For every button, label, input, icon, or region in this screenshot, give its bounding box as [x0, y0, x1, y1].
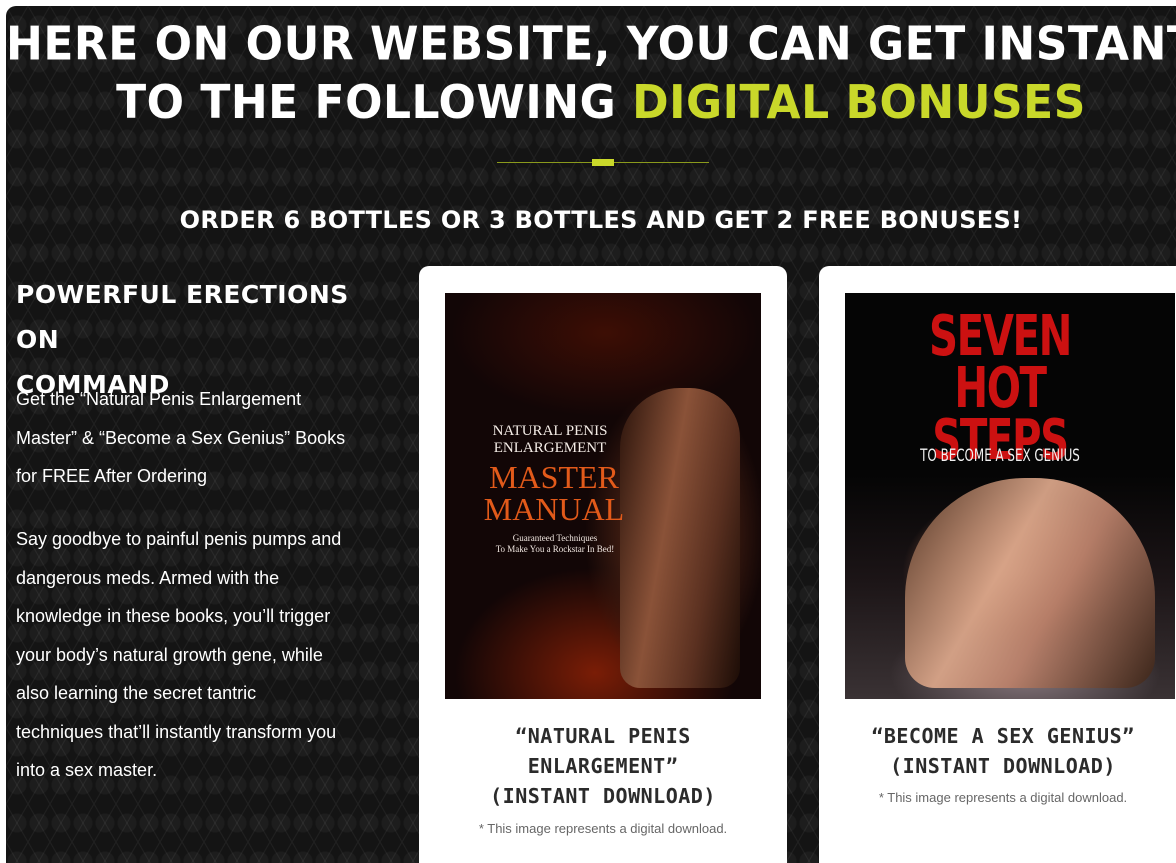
bonus-title-line2: ENLARGEMENT”	[527, 754, 679, 778]
bonus-title-line1: “BECOME A SEX GENIUS”	[871, 724, 1135, 748]
bonus-title-line3: (INSTANT DOWNLOAD)	[490, 784, 716, 808]
bonus-title-line2: (INSTANT DOWNLOAD)	[890, 754, 1116, 778]
bonus-offer-subheading: ORDER 6 BOTTLES OR 3 BOTTLES AND GET 2 F…	[179, 206, 1023, 234]
cover-figure	[620, 388, 740, 688]
intro-paragraph: Get the “Natural Penis Enlargement Maste…	[16, 389, 346, 486]
bonus-section: HERE ON OUR WEBSITE, YOU CAN GET INSTANT…	[6, 6, 1176, 863]
headline-line2: TO THE FOLLOWING DIGITAL BONUSES	[6, 74, 1176, 133]
bonus-title: “BECOME A SEX GENIUS” (INSTANT DOWNLOAD)	[813, 721, 1176, 781]
headline-line1: HERE ON OUR WEBSITE, YOU CAN GET INSTANT…	[6, 17, 1176, 71]
section-title-line1: POWERFUL ERECTIONS ON	[16, 280, 349, 354]
cover-subtitle-line2: ENLARGEMENT	[493, 440, 607, 456]
headline-line2-lead: TO THE FOLLOWING	[116, 76, 617, 130]
digital-download-note: * This image represents a digital downlo…	[478, 821, 728, 836]
cover-tagline: Guaranteed Techniques To Make You a Rock…	[475, 533, 635, 555]
cover-tagline-line1: Guaranteed Techniques	[512, 533, 598, 543]
divider-accent-bar	[592, 159, 614, 166]
book-cover-image-master-manual: NATURAL PENIS ENLARGEMENT MASTER MANUAL …	[445, 293, 761, 699]
digital-download-note: * This image represents a digital downlo…	[878, 790, 1128, 805]
headline-accent: DIGITAL BONUSES	[632, 76, 1086, 130]
bonus-title-line1: “NATURAL PENIS	[515, 724, 691, 748]
cover-figure	[905, 478, 1155, 688]
cover-main-line1: MASTER	[489, 459, 619, 495]
bonus-title: “NATURAL PENIS ENLARGEMENT” (INSTANT DOW…	[419, 721, 787, 811]
cover-subtitle: NATURAL PENIS ENLARGEMENT	[465, 423, 635, 457]
cover-main-title: SEVEN HOT STEPS	[888, 309, 1111, 469]
benefits-paragraph: Say goodbye to painful penis pumps and d…	[16, 529, 342, 780]
cover-tagline-line2: To Make You a Rockstar In Bed!	[495, 544, 615, 554]
bonus-card-sex-genius: SEVEN HOT STEPS TO BECOME A SEX GENIUS “…	[819, 266, 1176, 863]
cover-subtitle-line1: NATURAL PENIS	[492, 423, 608, 439]
cover-subtitle: TO BECOME A SEX GENIUS	[920, 446, 1080, 466]
page-headline: HERE ON OUR WEBSITE, YOU CAN GET INSTANT…	[6, 15, 1176, 133]
bonus-card-penis-enlargement: NATURAL PENIS ENLARGEMENT MASTER MANUAL …	[419, 266, 787, 863]
book-cover-image-seven-hot-steps: SEVEN HOT STEPS TO BECOME A SEX GENIUS	[845, 293, 1175, 699]
cover-main-title: MASTER MANUAL	[459, 461, 649, 525]
cover-main-line2: MANUAL	[483, 491, 625, 527]
